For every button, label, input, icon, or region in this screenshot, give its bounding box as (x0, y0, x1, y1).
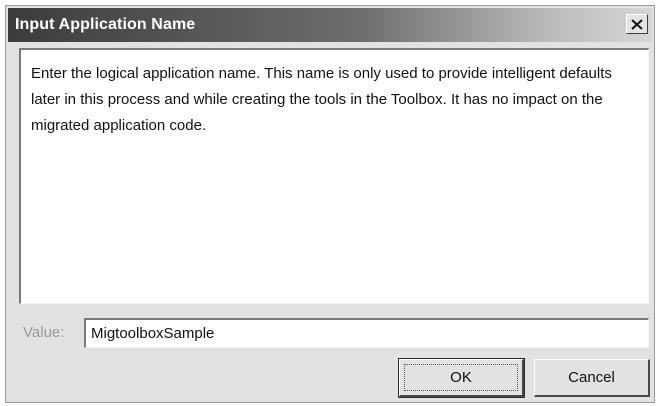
cancel-button-label: Cancel (568, 369, 615, 386)
focus-rectangle (404, 364, 518, 391)
close-button[interactable] (626, 14, 648, 34)
close-icon (631, 18, 643, 30)
dialog-title: Input Application Name (15, 16, 196, 33)
ok-button[interactable]: OK (398, 358, 525, 398)
value-label: Value: (23, 324, 65, 341)
message-text-area: Enter the logical application name. This… (19, 48, 649, 304)
cancel-button[interactable]: Cancel (534, 359, 650, 397)
title-bar[interactable]: Input Application Name (8, 8, 652, 42)
application-name-input[interactable] (84, 318, 649, 348)
input-application-name-dialog: Input Application Name Enter the logical… (5, 5, 655, 403)
